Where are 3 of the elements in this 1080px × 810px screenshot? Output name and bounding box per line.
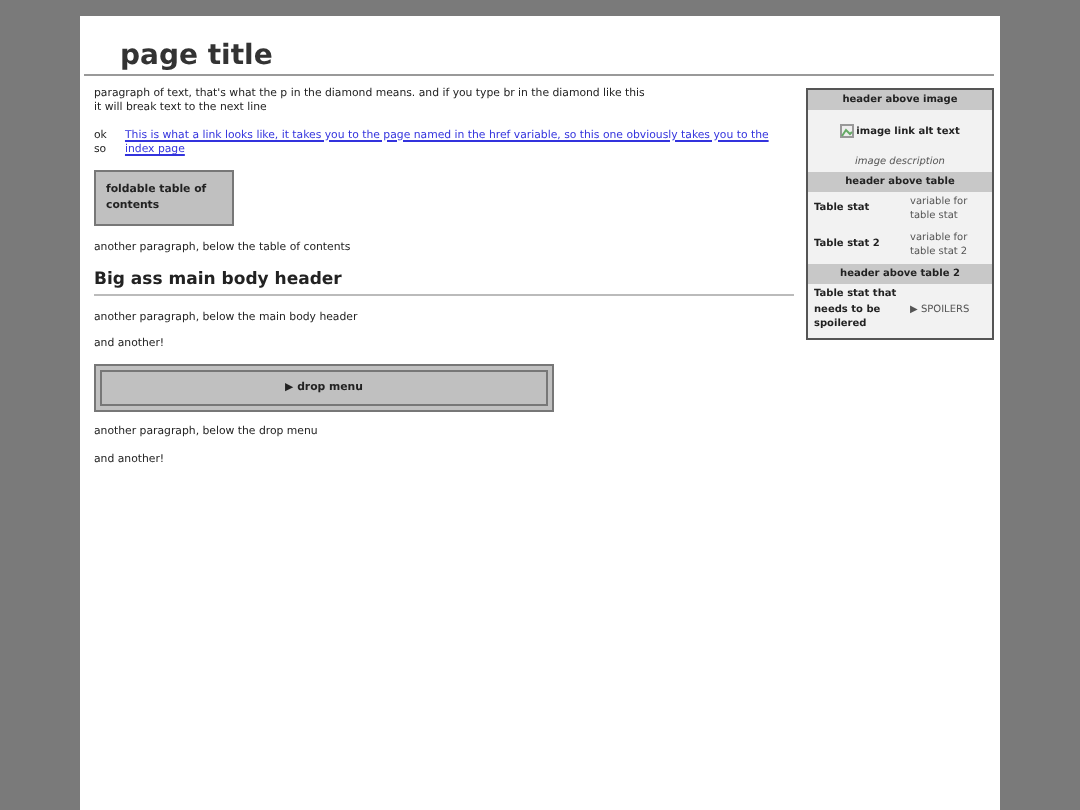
section-heading: Big ass main body header <box>94 269 794 296</box>
page-title: page title <box>84 16 994 76</box>
broken-image-icon <box>840 124 855 138</box>
